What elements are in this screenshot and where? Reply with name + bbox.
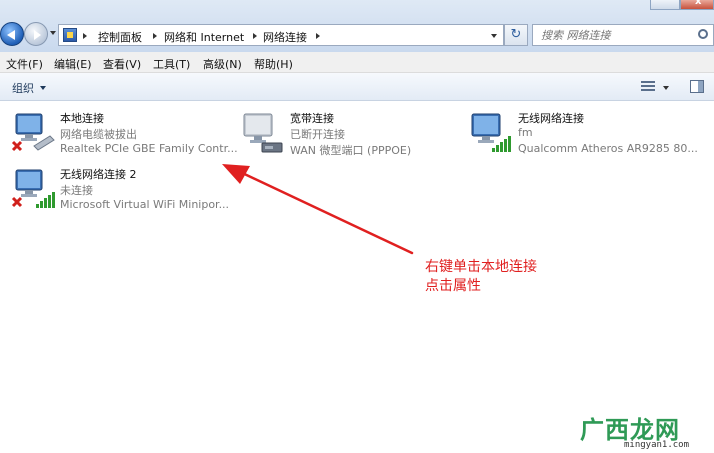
annotation-line-2: 点击属性 (425, 278, 481, 294)
watermark-url: mingyan1.com (624, 440, 690, 450)
annotation-line-1: 右键单击本地连接 (425, 259, 537, 275)
annotation-text: 右键单击本地连接 点击属性 (425, 258, 537, 296)
annotation-arrow-icon (222, 164, 414, 255)
